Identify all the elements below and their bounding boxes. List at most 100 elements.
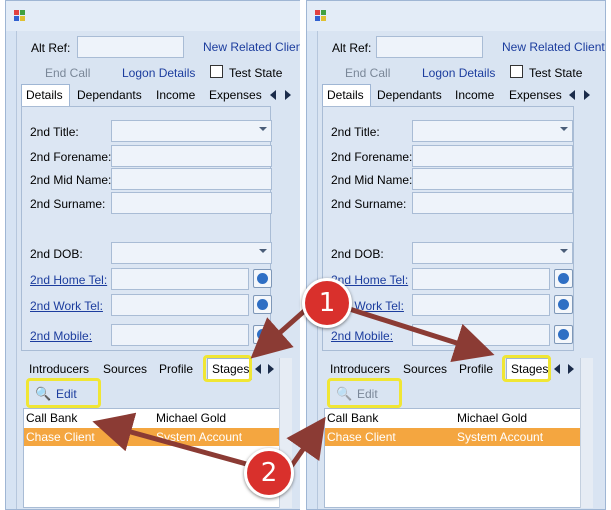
- test-state-checkbox[interactable]: [210, 65, 223, 78]
- tab-scroll-left-icon[interactable]: [554, 364, 560, 374]
- app-icon: [14, 10, 26, 22]
- tab-dependants[interactable]: Dependants: [77, 88, 142, 102]
- top-tabstrip: Details Dependants Income Expenses: [318, 84, 605, 106]
- home-tel-link[interactable]: 2nd Home Tel:: [30, 273, 107, 287]
- stage-account: Michael Gold: [457, 411, 528, 425]
- tab-introducers[interactable]: Introducers: [330, 362, 390, 376]
- stage-account: System Account: [156, 430, 243, 444]
- test-state-checkbox[interactable]: [510, 65, 523, 78]
- new-related-client-link[interactable]: New Related Client: [502, 40, 605, 54]
- stage-name: Call Bank: [26, 411, 78, 425]
- surname-label: 2nd Surname:: [30, 197, 106, 211]
- phone-icon[interactable]: [554, 295, 573, 314]
- forename-label: 2nd Forename:: [30, 150, 112, 164]
- details-page: 2nd Title: 2nd Forename: 2nd Mid Name: 2…: [322, 106, 574, 351]
- tab-scroll-left-icon[interactable]: [255, 364, 261, 374]
- mobile-link[interactable]: 2nd Mobile:: [30, 329, 92, 343]
- bottom-tabstrip: Introducers Sources Profile Stages: [17, 355, 304, 382]
- table-row[interactable]: Call Bank Michael Gold: [325, 409, 581, 427]
- annotation-marker-2: 2: [244, 448, 294, 498]
- mobile-link[interactable]: 2nd Mobile:: [331, 329, 393, 343]
- alt-ref-input[interactable]: [376, 36, 483, 58]
- work-tel-input[interactable]: [412, 294, 550, 316]
- tab-introducers[interactable]: Introducers: [29, 362, 89, 376]
- tab-details[interactable]: Details: [21, 84, 70, 106]
- work-tel-input[interactable]: [111, 294, 249, 316]
- tab-expenses[interactable]: Expenses: [509, 88, 562, 102]
- logon-details-button[interactable]: Logon Details: [122, 66, 195, 80]
- new-related-client-link[interactable]: New Related Client: [203, 40, 304, 54]
- phone-icon[interactable]: [253, 269, 272, 288]
- mid-name-label: 2nd Mid Name:: [331, 173, 413, 187]
- tab-scroll-right-icon[interactable]: [584, 90, 590, 100]
- phone-icon[interactable]: [554, 325, 573, 344]
- mobile-input[interactable]: [412, 324, 550, 346]
- tab-income[interactable]: Income: [455, 88, 494, 102]
- title-label: 2nd Title:: [30, 125, 79, 139]
- stage-account: Michael Gold: [156, 411, 227, 425]
- end-call-button[interactable]: End Call: [45, 66, 90, 80]
- title-select[interactable]: [412, 120, 573, 142]
- phone-icon[interactable]: [554, 269, 573, 288]
- title-label: 2nd Title:: [331, 125, 380, 139]
- dob-select[interactable]: [412, 242, 573, 264]
- edit-highlight: [26, 378, 101, 408]
- alt-ref-label: Alt Ref:: [332, 41, 372, 55]
- details-page: 2nd Title: 2nd Forename: 2nd Mid Name: 2…: [21, 106, 272, 351]
- stage-name: Chase Client: [26, 430, 95, 444]
- table-row[interactable]: Chase Client System Account: [24, 428, 280, 446]
- title-bar: [307, 1, 605, 31]
- end-call-button[interactable]: End Call: [345, 66, 390, 80]
- tab-details[interactable]: Details: [322, 84, 371, 106]
- table-row[interactable]: Chase Client System Account: [325, 428, 581, 446]
- tab-sources[interactable]: Sources: [103, 362, 147, 376]
- mobile-input[interactable]: [111, 324, 249, 346]
- tab-scroll-right-icon[interactable]: [285, 90, 291, 100]
- chevron-down-icon: [259, 249, 267, 253]
- tab-scroll-left-icon[interactable]: [569, 90, 575, 100]
- home-tel-input[interactable]: [111, 268, 249, 290]
- mid-name-input[interactable]: [111, 168, 272, 190]
- forename-input[interactable]: [412, 145, 573, 167]
- right-window: Alt Ref: New Related Client End Call Log…: [306, 0, 606, 510]
- scrollbar[interactable]: [580, 358, 593, 508]
- test-state-label: Test State: [529, 66, 583, 80]
- table-row[interactable]: Call Bank Michael Gold: [24, 409, 280, 427]
- stage-account: System Account: [457, 430, 544, 444]
- tab-profile[interactable]: Profile: [159, 362, 193, 376]
- logon-details-button[interactable]: Logon Details: [422, 66, 495, 80]
- dob-select[interactable]: [111, 242, 272, 264]
- edit-highlight: [327, 378, 402, 408]
- tab-scroll-right-icon[interactable]: [568, 364, 574, 374]
- stages-highlight: [203, 355, 252, 382]
- app-icon: [315, 10, 327, 22]
- surname-input[interactable]: [111, 192, 272, 214]
- tab-expenses[interactable]: Expenses: [209, 88, 262, 102]
- dob-label: 2nd DOB:: [30, 247, 83, 261]
- stage-name: Call Bank: [327, 411, 379, 425]
- title-bar: [6, 1, 304, 31]
- client-panel: Alt Ref: New Related Client End Call Log…: [317, 31, 605, 509]
- forename-input[interactable]: [111, 145, 272, 167]
- alt-ref-label: Alt Ref:: [31, 41, 71, 55]
- tab-sources[interactable]: Sources: [403, 362, 447, 376]
- mid-name-label: 2nd Mid Name:: [30, 173, 112, 187]
- tab-profile[interactable]: Profile: [459, 362, 493, 376]
- title-select[interactable]: [111, 120, 272, 142]
- forename-label: 2nd Forename:: [331, 150, 413, 164]
- tab-income[interactable]: Income: [156, 88, 195, 102]
- tab-scroll-left-icon[interactable]: [270, 90, 276, 100]
- home-tel-input[interactable]: [412, 268, 550, 290]
- surname-input[interactable]: [412, 192, 573, 214]
- alt-ref-input[interactable]: [77, 36, 184, 58]
- stages-highlight: [502, 355, 551, 382]
- chevron-down-icon: [560, 249, 568, 253]
- phone-icon[interactable]: [253, 295, 272, 314]
- mid-name-input[interactable]: [412, 168, 573, 190]
- tab-scroll-right-icon[interactable]: [268, 364, 274, 374]
- tab-dependants[interactable]: Dependants: [377, 88, 442, 102]
- surname-label: 2nd Surname:: [331, 197, 407, 211]
- work-tel-link[interactable]: 2nd Work Tel:: [30, 299, 103, 313]
- phone-icon[interactable]: [253, 325, 272, 344]
- chevron-down-icon: [560, 127, 568, 131]
